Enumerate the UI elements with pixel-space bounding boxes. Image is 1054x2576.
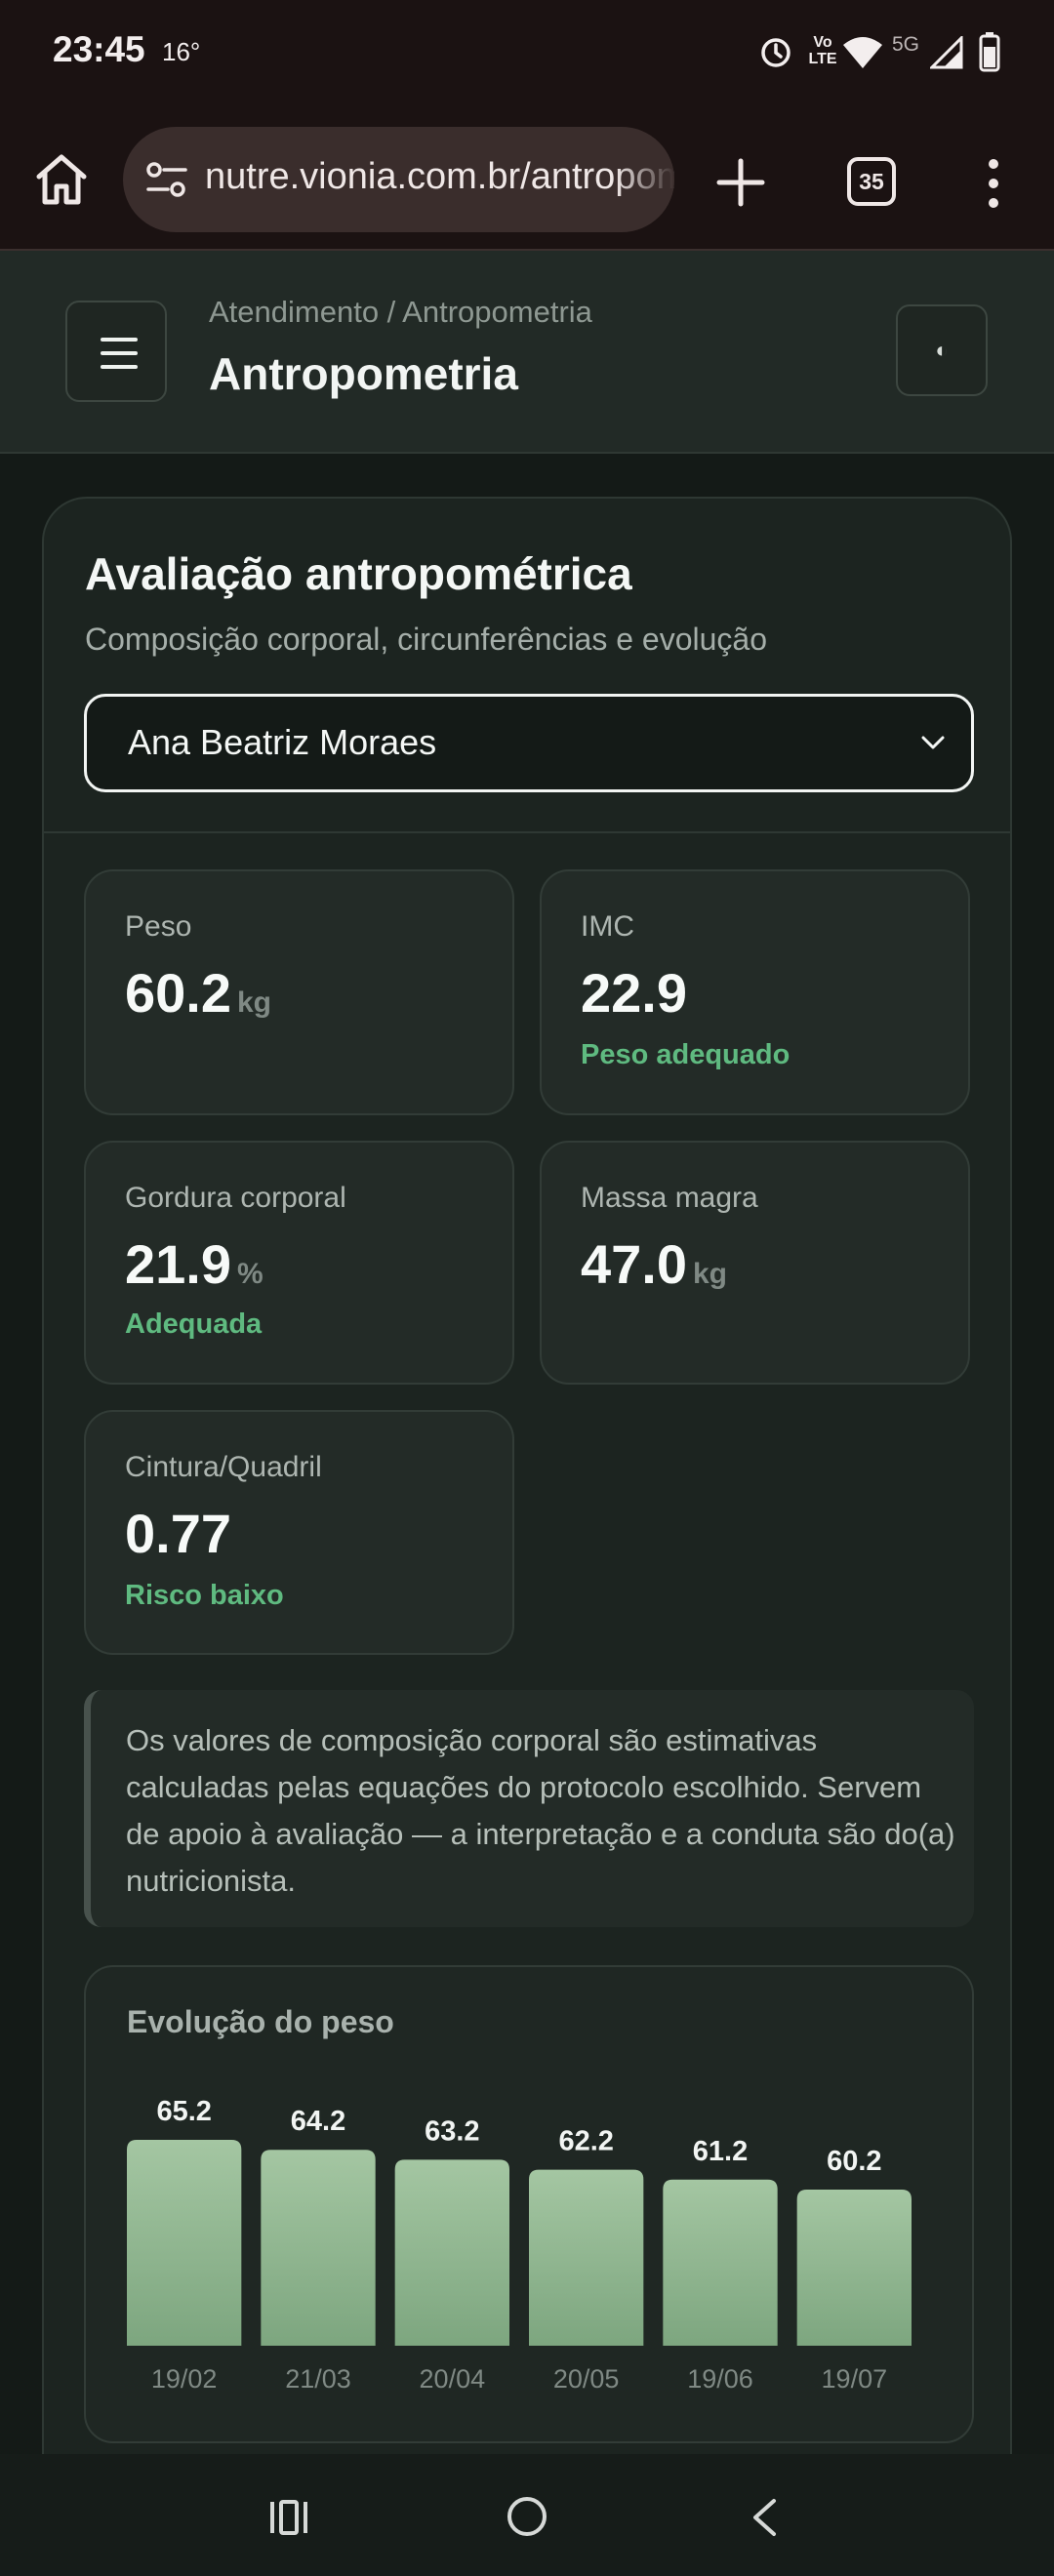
chart-data-label: 62.2: [558, 2126, 613, 2157]
metric-number: 21.9: [125, 1233, 231, 1295]
metric-number: 47.0: [581, 1233, 687, 1295]
metric-label: Gordura corporal: [125, 1182, 346, 1214]
volte-label-top: Vo: [813, 34, 832, 51]
status-time: 23:45: [53, 29, 145, 69]
metric-status: Adequada: [125, 1308, 263, 1340]
metric-value: 21.9%: [125, 1232, 264, 1296]
card-title: Avaliação antropométrica: [85, 548, 632, 599]
chevron-down-icon: [921, 736, 945, 749]
chart-x-tick-label: 19/07: [822, 2364, 888, 2394]
chart-bar: [529, 2169, 644, 2346]
metric-label: IMC: [581, 910, 634, 943]
patient-select[interactable]: Ana Beatriz Moraes: [84, 694, 974, 792]
metric-unit: kg: [693, 1258, 728, 1290]
home-icon[interactable]: [33, 151, 90, 208]
card-divider: [44, 831, 1010, 833]
chart-x-tick-label: 20/05: [553, 2364, 620, 2394]
metric-number: 22.9: [581, 962, 687, 1024]
chart-bar: [261, 2150, 376, 2346]
theme-toggle-icon: ◐: [935, 338, 949, 362]
battery-icon: [979, 32, 1000, 72]
browser-toolbar: nutre.vionia.com.br/antropometria 35: [0, 107, 1054, 251]
metric-unit: kg: [237, 986, 272, 1019]
metric-number: 0.77: [125, 1503, 231, 1564]
metric-value: 22.9: [581, 961, 687, 1025]
more-menu-icon[interactable]: [976, 156, 1011, 211]
chart-data-label: 63.2: [425, 2115, 479, 2147]
chart-x-tick-label: 21/03: [285, 2364, 351, 2394]
metric-value: 0.77: [125, 1502, 231, 1565]
metric-status: Peso adequado: [581, 1039, 790, 1070]
hamburger-line: [101, 351, 138, 355]
chart-bar: [127, 2140, 242, 2346]
chart-data-label: 61.2: [693, 2136, 748, 2167]
chart-data-label: 60.2: [827, 2146, 881, 2177]
metric-status: Risco baixo: [125, 1580, 284, 1611]
chart-x-tick-label: 19/02: [151, 2364, 218, 2394]
metric-label: Cintura/Quadril: [125, 1451, 322, 1483]
theme-toggle-button[interactable]: ◐: [896, 304, 988, 396]
chart-bar: [663, 2179, 778, 2346]
breadcrumb[interactable]: Atendimento / Antropometria: [209, 295, 592, 330]
chart-data-label: 64.2: [291, 2106, 345, 2137]
page-title: Antropometria: [209, 348, 518, 399]
chart-data-label: 65.2: [156, 2096, 211, 2127]
back-icon[interactable]: [750, 2498, 778, 2537]
chart-x-tick-label: 20/04: [420, 2364, 486, 2394]
wifi-icon: [843, 37, 882, 68]
url-bar[interactable]: nutre.vionia.com.br/antropometria: [123, 127, 674, 232]
system-nav-bar: [0, 2454, 1054, 2576]
weight-chart-svg: 65.2 19/02 64.2 21/03 63.2 20/04 62.2 20/05 61.2…: [127, 2096, 912, 2394]
card-subtitle: Composição corporal, circunferências e e…: [85, 622, 768, 657]
metric-gordura-corporal: Gordura corporal 21.9% Adequada: [84, 1141, 514, 1385]
chart-bar: [394, 2159, 509, 2346]
metric-massa-magra: Massa magra 47.0 kg: [540, 1141, 970, 1385]
recents-icon[interactable]: [268, 2498, 309, 2537]
new-tab-plus-icon[interactable]: [713, 155, 768, 210]
estimate-note: Os valores de composição corporal são es…: [84, 1690, 974, 1927]
alarm-icon: [761, 38, 790, 67]
metric-label: Massa magra: [581, 1182, 758, 1214]
status-bar: 23:45 16° Vo LTE 5G: [0, 0, 1054, 107]
tab-switcher-icon[interactable]: 35: [847, 157, 896, 206]
chart-bar: [796, 2190, 912, 2346]
home-circle-icon[interactable]: [507, 2496, 547, 2537]
metric-number: 60.2: [125, 962, 231, 1024]
signal-icon: [930, 36, 963, 69]
metric-imc: IMC 22.9 Peso adequado: [540, 869, 970, 1115]
metric-label: Peso: [125, 910, 192, 943]
metric-cintura-quadril: Cintura/Quadril 0.77 Risco baixo: [84, 1410, 514, 1655]
note-text: Os valores de composição corporal são es…: [126, 1723, 955, 1898]
chart-x-tick-label: 19/06: [687, 2364, 753, 2394]
volte-icon: Vo LTE: [806, 34, 839, 73]
status-temperature: 16°: [162, 37, 201, 66]
patient-selected-value: Ana Beatriz Moraes: [128, 722, 437, 762]
hamburger-line: [101, 365, 138, 369]
metric-unit: %: [237, 1258, 264, 1290]
tab-count: 35: [859, 168, 884, 194]
app-header: Atendimento / Antropometria Antropometri…: [0, 251, 1054, 454]
network-type: 5G: [892, 33, 920, 56]
metric-peso: Peso 60.2 kg: [84, 869, 514, 1115]
volte-label-bottom: LTE: [808, 51, 837, 67]
anthropometry-card: Avaliação antropométrica Composição corp…: [42, 497, 1012, 2576]
site-settings-icon[interactable]: [144, 160, 189, 199]
hamburger-line: [101, 338, 138, 342]
weight-chart: Evolução do peso 65.2 19/02 64.2 21/03 63.2 2…: [84, 1965, 974, 2443]
menu-button[interactable]: [65, 301, 167, 402]
metric-value: 60.2 kg: [125, 961, 271, 1025]
url-text[interactable]: nutre.vionia.com.br/antropometria: [205, 156, 674, 198]
metric-value: 47.0 kg: [581, 1232, 727, 1296]
url-fade: [616, 127, 674, 232]
